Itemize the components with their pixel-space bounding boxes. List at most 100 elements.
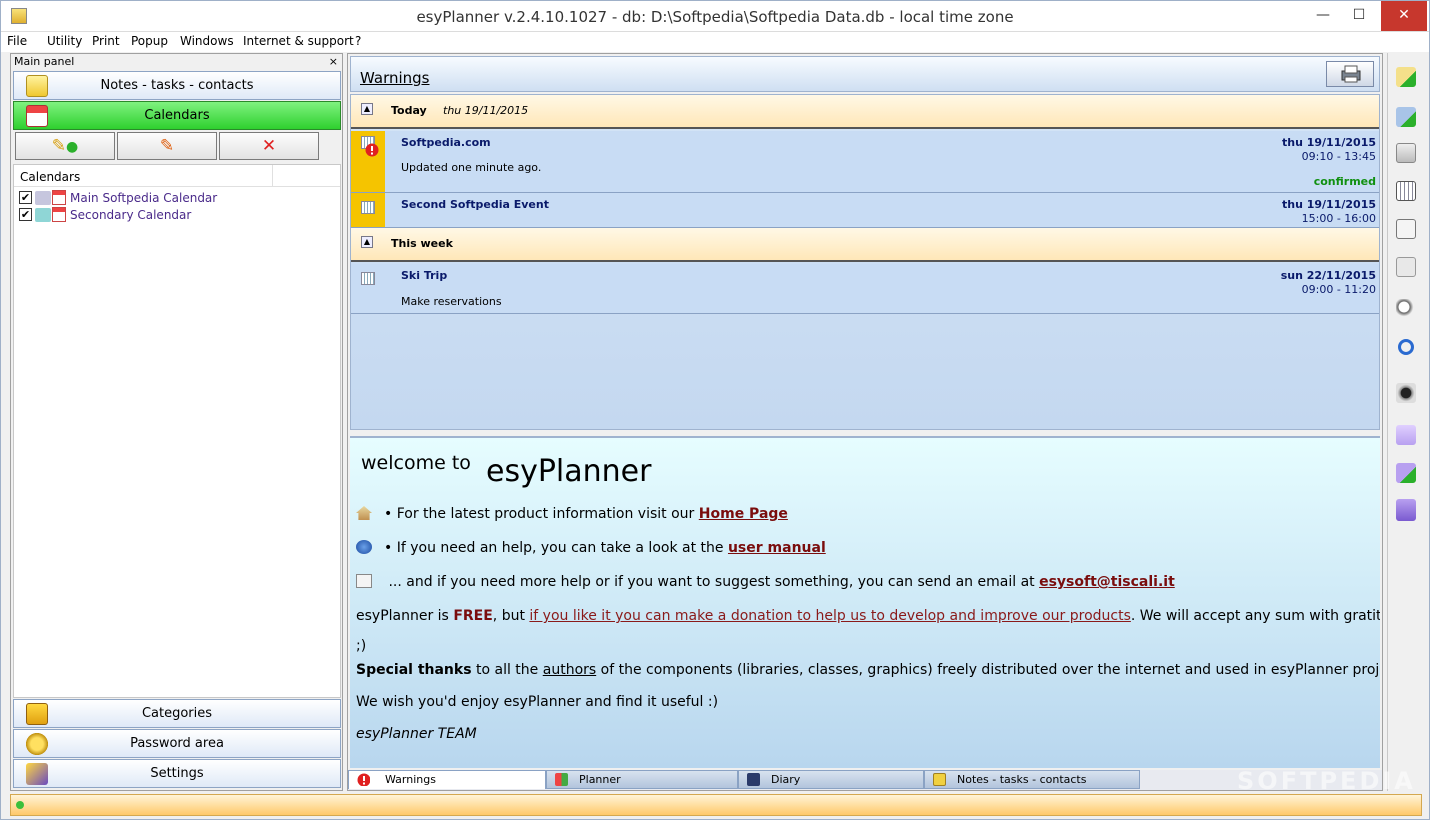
tab-label: Warnings — [385, 773, 436, 786]
welcome-team: esyPlanner TEAM — [356, 726, 477, 742]
home-icon — [356, 506, 372, 520]
home-page-link[interactable]: Home Page — [699, 506, 788, 522]
menu-internet-support[interactable]: Internet & support — [243, 34, 354, 48]
pencil-icon: ✎ — [159, 136, 175, 156]
menu-utility[interactable]: Utility — [47, 34, 82, 48]
calendar-icon — [52, 207, 66, 222]
add-calendar-button[interactable]: ✎● — [15, 132, 115, 160]
nav-categories-label: Categories — [141, 706, 213, 721]
group-today[interactable]: ▲ Today thu 19/11/2015 — [351, 95, 1379, 129]
stack-icon[interactable] — [1396, 499, 1416, 521]
warnings-title[interactable]: Warnings — [360, 69, 430, 87]
tab-label: Notes - tasks - contacts — [957, 773, 1087, 786]
calendar-icon — [26, 105, 48, 127]
main-panel-header: Main panel × — [11, 54, 342, 70]
tab-notes-tasks-contacts[interactable]: Notes - tasks - contacts — [924, 770, 1140, 789]
tab-diary[interactable]: Diary — [738, 770, 924, 789]
main-panel-close-icon[interactable]: × — [329, 54, 338, 69]
group-label: This week — [391, 237, 453, 250]
event-name: Ski Trip — [401, 269, 448, 282]
welcome-wish: We wish you'd enjoy esyPlanner and find … — [356, 694, 719, 710]
edit-calendar-button[interactable]: ✎ — [117, 132, 217, 160]
group-this-week[interactable]: ▲ This week — [351, 228, 1379, 262]
event-row[interactable]: Softpedia.com Updated one minute ago. th… — [351, 131, 1379, 193]
event-date: sun 22/11/2015 — [1280, 269, 1376, 282]
pencil-add-icon: ✎ — [51, 136, 67, 156]
status-bar — [10, 794, 1422, 816]
nav-notes-label: Notes - tasks - contacts — [100, 78, 254, 93]
welcome-text: • If you need an help, you can take a lo… — [384, 540, 728, 556]
close-button[interactable]: ✕ — [1381, 1, 1427, 31]
event-name: Second Softpedia Event — [401, 198, 549, 211]
nav-calendars[interactable]: Calendars — [13, 101, 341, 130]
title-bar: esyPlanner v.2.4.10.1027 - db: D:\Softpe… — [1, 1, 1429, 32]
camera-icon[interactable] — [1396, 383, 1416, 403]
print-button[interactable] — [1326, 61, 1374, 87]
welcome-line-manual: • If you need an help, you can take a lo… — [356, 540, 826, 556]
search-icon[interactable] — [1396, 299, 1416, 319]
planner-icon — [555, 773, 568, 786]
calendar-grid-icon[interactable] — [1396, 181, 1416, 201]
nav-password-area[interactable]: Password area — [13, 729, 341, 758]
donate-link[interactable]: if you like it you can make a donation t… — [529, 608, 1130, 624]
new-event-icon[interactable] — [1396, 107, 1416, 127]
contact-card-icon[interactable] — [1396, 143, 1416, 163]
email-link[interactable]: esysoft@tiscali.it — [1039, 574, 1175, 590]
event-name: Softpedia.com — [401, 136, 491, 149]
column-divider — [272, 165, 273, 187]
menu-print[interactable]: Print — [92, 34, 120, 48]
welcome-app-name: esyPlanner — [486, 454, 652, 489]
event-row[interactable]: Ski Trip Make reservations sun 22/11/201… — [351, 264, 1379, 314]
authors-link[interactable]: authors — [543, 662, 596, 678]
refresh-icon[interactable] — [1398, 339, 1414, 355]
welcome-panel: welcome to esyPlanner • For the latest p… — [350, 436, 1380, 768]
collapse-icon[interactable]: ▲ — [361, 103, 373, 115]
new-note-icon[interactable] — [1396, 67, 1416, 87]
folder-icon — [26, 703, 48, 725]
nav-password-label: Password area — [130, 736, 224, 751]
user-manual-link[interactable]: user manual — [728, 540, 826, 556]
nav-categories[interactable]: Categories — [13, 699, 341, 728]
address-card-icon[interactable] — [1396, 219, 1416, 239]
tab-warnings[interactable]: Warnings — [348, 770, 546, 789]
calendar-checkbox[interactable]: ✔ — [19, 208, 32, 221]
calendars-column-label: Calendars — [20, 170, 81, 184]
calendar-color-swatch — [35, 208, 51, 222]
nav-settings[interactable]: Settings — [13, 759, 341, 788]
puzzle-icon — [26, 763, 48, 785]
menu-popup[interactable]: Popup — [131, 34, 168, 48]
welcome-text: ... and if you need more help or if you … — [384, 574, 1040, 590]
nav-notes-tasks-contacts[interactable]: Notes - tasks - contacts — [13, 71, 341, 100]
email-icon — [356, 574, 372, 588]
watermark: SOFTPEDIA — [1237, 767, 1416, 795]
main-panel: Main panel × Notes - tasks - contacts Ca… — [10, 53, 343, 791]
menu-windows[interactable]: Windows — [180, 34, 234, 48]
group-date: thu 19/11/2015 — [443, 104, 529, 117]
calendar-checkbox[interactable]: ✔ — [19, 191, 32, 204]
event-date: thu 19/11/2015 — [1281, 198, 1376, 211]
calendar-icon — [52, 190, 66, 205]
delete-calendar-button[interactable]: ✕ — [219, 132, 319, 160]
event-row[interactable]: Second Softpedia Event thu 19/11/2015 15… — [351, 193, 1379, 228]
tab-planner[interactable]: Planner — [546, 770, 738, 789]
calendar-color-swatch — [35, 191, 51, 205]
add-layer-icon[interactable] — [1396, 463, 1416, 483]
card-list-icon[interactable] — [1396, 257, 1416, 277]
layers-icon[interactable] — [1396, 425, 1416, 445]
minimize-button[interactable]: — — [1305, 1, 1341, 31]
event-date: thu 19/11/2015 — [1281, 136, 1376, 149]
event-status: confirmed — [1313, 175, 1376, 188]
maximize-button[interactable]: ☐ — [1341, 1, 1377, 31]
thanks-text: to all the — [471, 662, 543, 678]
view-tabs: Warnings Planner Diary Notes - tasks - c… — [348, 770, 1382, 790]
menu-help[interactable]: ? — [355, 34, 361, 48]
collapse-icon[interactable]: ▲ — [361, 236, 373, 248]
calendar-label: Main Softpedia Calendar — [70, 191, 218, 205]
tab-label: Diary — [771, 773, 801, 786]
event-time: 09:10 - 13:45 — [1301, 150, 1376, 163]
welcome-prefix: welcome to — [361, 452, 471, 474]
menu-file[interactable]: File — [7, 34, 27, 48]
calendar-event-icon — [361, 201, 375, 214]
welcome-line-email: ... and if you need more help or if you … — [356, 574, 1175, 590]
nav-calendars-label: Calendars — [144, 108, 210, 123]
